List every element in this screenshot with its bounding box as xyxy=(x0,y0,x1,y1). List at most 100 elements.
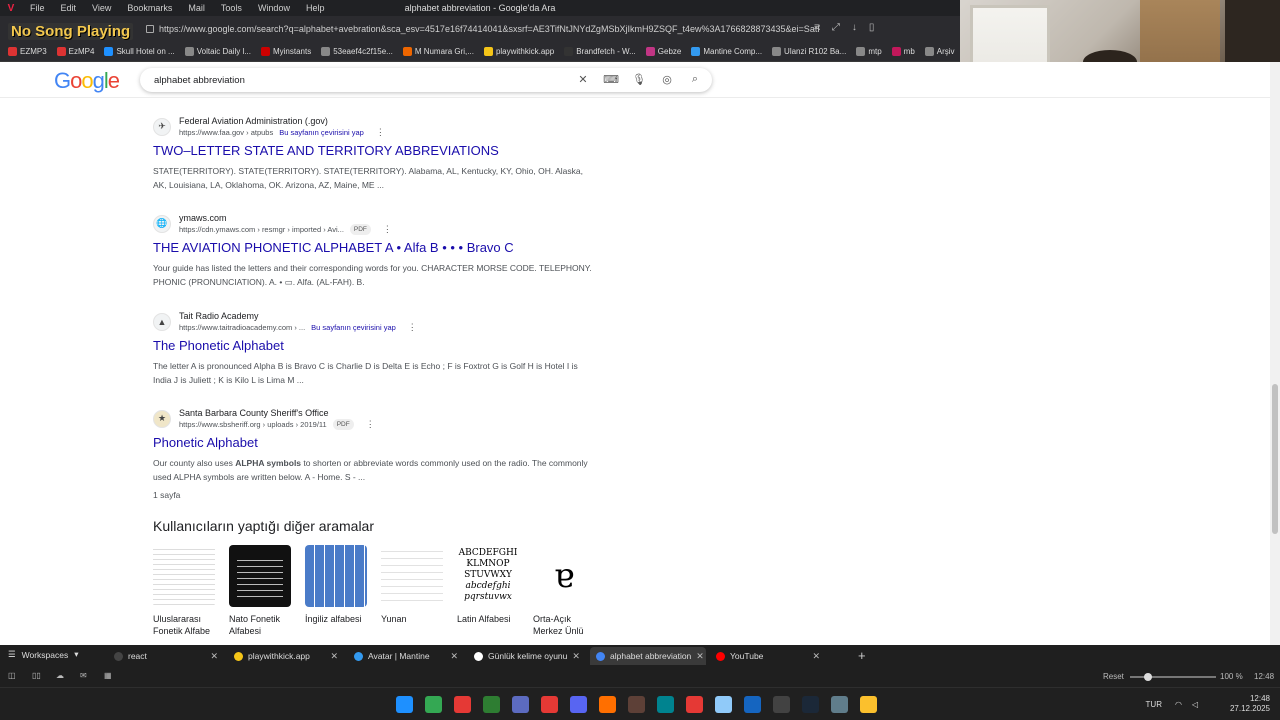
language-indicator[interactable]: TUR xyxy=(1146,700,1162,710)
taskbar-app-icon[interactable] xyxy=(570,696,587,713)
browser-tab[interactable]: Avatar | Mantine ✕ xyxy=(348,647,464,665)
related-search-card[interactable]: Yunan xyxy=(381,545,443,637)
related-search-card[interactable]: İngiliz alfabesi xyxy=(305,545,367,637)
new-tab-icon[interactable]: + xyxy=(858,648,866,663)
tab-label: react xyxy=(128,651,147,661)
bookmark-item[interactable]: EzMP4 xyxy=(56,47,94,56)
taskbar-app-icon[interactable] xyxy=(483,696,500,713)
result-title-link[interactable]: Phonetic Alphabet xyxy=(153,434,603,452)
zoom-slider[interactable] xyxy=(1130,673,1216,681)
tab-close-icon[interactable]: ✕ xyxy=(572,651,580,662)
taskbar-app-icon[interactable] xyxy=(715,696,732,713)
panel-toggle-icon[interactable]: ◫ xyxy=(8,671,16,680)
wifi-icon[interactable]: ◠ xyxy=(1175,700,1182,710)
result-title-link[interactable]: THE AVIATION PHONETIC ALPHABET A • Alfa … xyxy=(153,239,603,257)
search-input[interactable] xyxy=(154,72,554,88)
related-search-card[interactable]: ɐ Orta-Açık Merkez Ünlü xyxy=(533,545,595,637)
taskbar-app-icon[interactable] xyxy=(396,696,413,713)
microphone-icon[interactable]: 🎙 xyxy=(632,72,646,86)
tile-icon[interactable]: ▯▯ xyxy=(32,671,41,680)
taskbar-app-icon[interactable] xyxy=(599,696,616,713)
bookmark-item[interactable]: Brandfetch - W... xyxy=(564,47,636,56)
result-title-link[interactable]: TWO–LETTER STATE AND TERRITORY ABBREVIAT… xyxy=(153,142,603,160)
tab-favicon-icon xyxy=(716,651,725,661)
tab-close-icon[interactable]: ✕ xyxy=(210,651,218,662)
more-options-icon[interactable]: ⋮ xyxy=(383,224,392,235)
taskbar-app-icon[interactable] xyxy=(541,696,558,713)
taskbar-app-icon[interactable] xyxy=(831,696,848,713)
related-search-card[interactable]: ABCDEFGHI KLMNOP STUVWXY abcdefghi pqrstuvwx… xyxy=(457,545,519,637)
browser-tab[interactable]: react ✕ xyxy=(108,647,224,665)
google-header: Google ✕ ⌨ 🎙 ◎ ⌕ xyxy=(0,62,1270,98)
bookmark-item[interactable]: Mantine Comp... xyxy=(691,47,762,56)
bookmark-item[interactable]: mtp xyxy=(856,47,882,56)
tab-close-icon[interactable]: ✕ xyxy=(696,651,704,662)
zoom-slider-thumb[interactable] xyxy=(1144,673,1152,681)
google-logo[interactable]: Google xyxy=(54,68,120,94)
taskbar-app-icon[interactable] xyxy=(802,696,819,713)
translate-link[interactable]: Bu sayfanın çevirisini yap xyxy=(311,322,396,333)
tab-close-icon[interactable]: ✕ xyxy=(450,651,458,662)
result-site[interactable]: ✈ Federal Aviation Administration (.gov)… xyxy=(153,115,603,138)
result-site[interactable]: ★ Santa Barbara County Sheriff's Office … xyxy=(153,407,603,430)
browser-tab[interactable]: alphabet abbreviation ✕ xyxy=(590,647,706,665)
browser-tab[interactable]: YouTube ✕ xyxy=(710,647,826,665)
search-box: ✕ ⌨ 🎙 ◎ ⌕ xyxy=(140,68,712,92)
result-snippet: The letter A is pronounced Alpha B is Br… xyxy=(153,361,578,385)
scrollbar-thumb[interactable] xyxy=(1272,384,1278,534)
bookmark-item[interactable]: Voltaic Daily l... xyxy=(184,47,251,56)
taskbar-app-icon[interactable] xyxy=(657,696,674,713)
calendar-icon[interactable]: ▦ xyxy=(104,671,112,680)
related-search-card[interactable]: Uluslararası Fonetik Alfabe xyxy=(153,545,215,637)
taskbar-app-icon[interactable] xyxy=(773,696,790,713)
more-options-icon[interactable]: ⋮ xyxy=(376,127,385,138)
url-field[interactable]: https://www.google.com/search?q=alphabet… xyxy=(140,20,820,38)
tab-close-icon[interactable]: ✕ xyxy=(812,651,820,662)
bookmark-item[interactable]: EZMP3 xyxy=(8,47,47,56)
bookmark-item[interactable]: Ulanzi R102 Ba... xyxy=(772,47,846,56)
bookmark-item[interactable]: playwithkick.app xyxy=(483,47,554,56)
bookmark-item[interactable]: mb xyxy=(891,47,915,56)
result-site[interactable]: ▲ Tait Radio Academy https://www.taitrad… xyxy=(153,310,603,333)
bookmark-item[interactable]: Skull Hotel on ... xyxy=(104,47,175,56)
reader-icon[interactable]: ⤢ xyxy=(832,22,840,33)
bookmark-item[interactable]: Gebze xyxy=(645,47,681,56)
bookmark-item[interactable]: 53eaef4c2f15e... xyxy=(321,47,393,56)
taskbar-app-icon[interactable] xyxy=(425,696,442,713)
menu-icon[interactable]: ≡ xyxy=(814,22,820,33)
related-search-card[interactable]: Nato Fonetik Alfabesi xyxy=(229,545,291,637)
mail-icon[interactable]: ✉ xyxy=(80,671,87,680)
cloud-icon[interactable]: ☁ xyxy=(56,671,64,680)
taskbar-app-icon[interactable] xyxy=(454,696,471,713)
tray-clock[interactable]: 12:48 27.12.2025 xyxy=(1210,694,1270,714)
browser-tab[interactable]: playwithkick.app ✕ xyxy=(228,647,344,665)
bookmark-icon[interactable]: ▯ xyxy=(869,22,875,33)
url-text: https://www.google.com/search?q=alphabet… xyxy=(159,24,820,34)
keyboard-icon[interactable]: ⌨ xyxy=(603,72,619,86)
download-icon[interactable]: ↓ xyxy=(852,22,857,33)
volume-icon[interactable]: ◁ xyxy=(1192,700,1198,710)
taskbar-app-icon[interactable] xyxy=(744,696,761,713)
bookmark-item[interactable]: M Numara Gri,... xyxy=(402,47,474,56)
taskbar-app-icon[interactable] xyxy=(512,696,529,713)
zoom-reset-button[interactable]: Reset xyxy=(1103,672,1124,681)
taskbar-app-icon[interactable] xyxy=(860,696,877,713)
taskbar-app-icon[interactable] xyxy=(628,696,645,713)
lens-icon[interactable]: ◎ xyxy=(660,72,674,86)
search-icon[interactable]: ⌕ xyxy=(688,72,702,86)
bookmark-label: Ulanzi R102 Ba... xyxy=(784,47,847,56)
translate-link[interactable]: Bu sayfanın çevirisini yap xyxy=(279,127,364,138)
result-title-link[interactable]: The Phonetic Alphabet xyxy=(153,337,603,355)
taskbar-app-icon[interactable] xyxy=(686,696,703,713)
clear-icon[interactable]: ✕ xyxy=(576,72,590,86)
tab-close-icon[interactable]: ✕ xyxy=(330,651,338,662)
more-options-icon[interactable]: ⋮ xyxy=(366,419,375,430)
more-options-icon[interactable]: ⋮ xyxy=(408,322,417,333)
workspaces-button[interactable]: ☰ Workspaces ▾ xyxy=(8,649,79,660)
result-url: https://www.faa.gov › atpubs xyxy=(179,128,274,137)
browser-tab[interactable]: Günlük kelime oyunu ✕ xyxy=(468,647,584,665)
page-scrollbar[interactable] xyxy=(1270,62,1280,645)
result-site[interactable]: 🌐 ymaws.com https://cdn.ymaws.com › resm… xyxy=(153,212,603,235)
bookmark-item[interactable]: Arşiv xyxy=(924,47,955,56)
bookmark-item[interactable]: Myinstants xyxy=(260,47,311,56)
